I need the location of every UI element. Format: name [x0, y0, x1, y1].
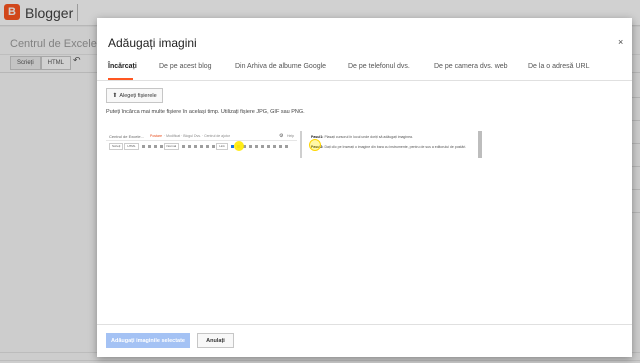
tab-webcam[interactable]: De pe camera dvs. web: [434, 63, 508, 70]
thumbnail-toolbar: Scrieți HTML Normal Link: [106, 143, 297, 150]
thumbnail-font-chip: Normal: [163, 143, 180, 150]
tab-url[interactable]: De la o adresă URL: [528, 63, 589, 70]
uploaded-image-thumbnail[interactable]: Centrul de Excele... Postare · Modificat…: [106, 131, 496, 158]
add-selected-images-button[interactable]: Adăugați imaginile selectate: [106, 333, 190, 348]
thumbnail-step-2: Pasul2: Dați clic pe Inserați o imagine …: [311, 145, 467, 149]
thumbnail-instructions: Pasul1: Plasați cursorul în locul unde d…: [303, 131, 479, 158]
thumbnail-scrollbar: [478, 131, 482, 158]
choose-files-label: Alegeți fișierele: [119, 92, 157, 99]
gear-icon: ⚙: [279, 133, 284, 139]
thumbnail-post-title: Centrul de Excele...: [109, 134, 144, 139]
thumbnail-breadcrumb-rest: · Modificat · Blogul Dvs. · Centrul de a…: [164, 134, 230, 138]
dialog-title: Adăugați imagini: [108, 36, 197, 50]
thumbnail-help: Help: [287, 134, 295, 138]
thumbnail-html-chip: HTML: [124, 143, 139, 150]
thumbnail-breadcrumb: Postare: [150, 134, 163, 138]
thumbnail-link-chip: Link: [216, 143, 228, 150]
add-images-dialog: Adăugați imagini × Încărcați De pe acest…: [97, 18, 632, 357]
thumbnail-step-1: Pasul1: Plasați cursorul în locul unde d…: [311, 135, 413, 139]
divider: [97, 324, 632, 325]
tab-upload[interactable]: Încărcați: [108, 63, 137, 70]
divider: [97, 80, 632, 81]
thumbnail-compose-chip: Scrieți: [109, 143, 124, 150]
upload-icon: ⬆: [112, 93, 118, 99]
cancel-button[interactable]: Anulați: [197, 333, 234, 348]
upload-hint: Puteți încărca mai multe fișiere în acel…: [106, 109, 305, 115]
tab-this-blog[interactable]: De pe acest blog: [159, 63, 212, 70]
thumbnail-header: Centrul de Excele... Postare · Modificat…: [106, 133, 297, 141]
highlight-marker: [234, 141, 244, 151]
thumbnail-editor-capture: Centrul de Excele... Postare · Modificat…: [106, 131, 297, 158]
tab-google-album-archive[interactable]: Din Arhiva de albume Google: [235, 63, 326, 70]
tab-phone[interactable]: De pe telefonul dvs.: [348, 63, 410, 70]
cursor-highlight-marker: [309, 139, 321, 151]
choose-files-button[interactable]: ⬆ Alegeți fișierele: [106, 88, 163, 103]
close-icon[interactable]: ×: [618, 37, 623, 47]
thumbnail-divider: [300, 131, 302, 158]
